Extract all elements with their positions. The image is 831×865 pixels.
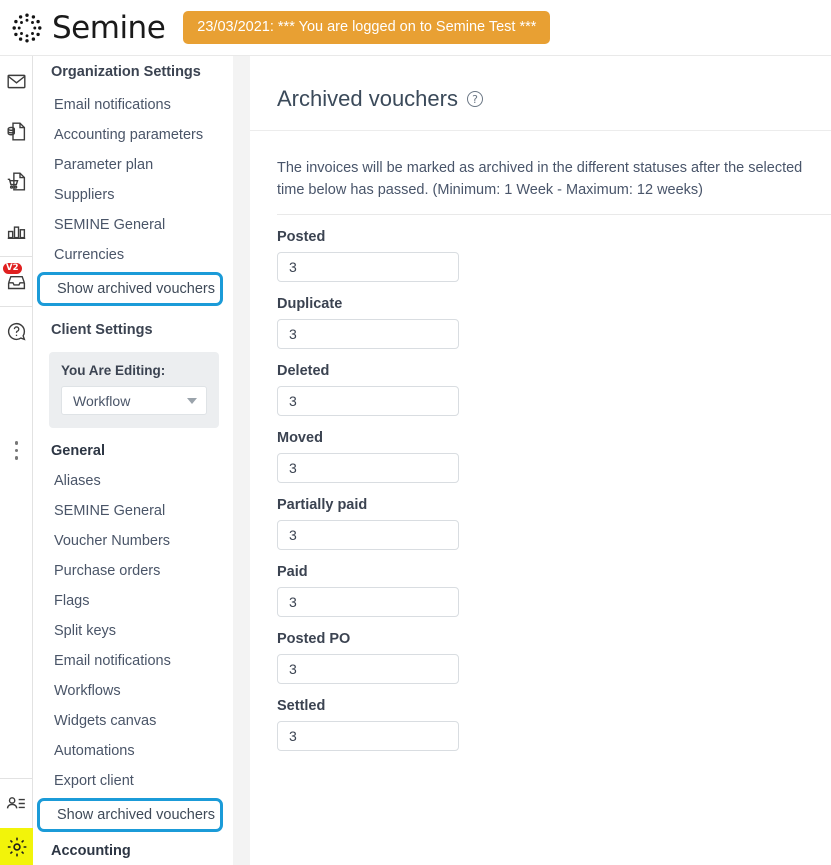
you-are-editing-box: You Are Editing: Workflow — [49, 352, 219, 428]
field-deleted: Deleted — [250, 349, 831, 416]
sidebar-item-general[interactable]: General — [33, 434, 233, 466]
sidebar-item-currencies[interactable]: Currencies — [33, 240, 233, 270]
field-label: Deleted — [277, 363, 831, 379]
sidebar-item-email-notifications-client[interactable]: Email notifications — [33, 646, 233, 676]
sidebar-item-suppliers[interactable]: Suppliers — [33, 180, 233, 210]
sidebar-item-split-keys[interactable]: Split keys — [33, 616, 233, 646]
vertical-dots-handle[interactable] — [0, 441, 33, 460]
sidebar-item-accounting-parameters[interactable]: Accounting parameters — [33, 120, 233, 150]
field-duplicate: Duplicate — [250, 282, 831, 349]
field-label: Paid — [277, 564, 831, 580]
page-title-row: Archived vouchers ? — [250, 56, 831, 130]
sidebar-item-semine-general[interactable]: SEMINE General — [33, 210, 233, 240]
sidebar-item-show-archived-vouchers-org[interactable]: Show archived vouchers — [37, 272, 223, 306]
field-settled: Settled — [250, 684, 831, 751]
sidebar-item-email-notifications[interactable]: Email notifications — [33, 90, 233, 120]
inbox-tray-icon[interactable]: V2 — [0, 256, 33, 306]
sidebar-item-automations[interactable]: Automations — [33, 736, 233, 766]
settings-gear-icon[interactable] — [0, 828, 33, 865]
duplicate-input[interactable] — [277, 319, 459, 349]
sidebar-item-workflows[interactable]: Workflows — [33, 676, 233, 706]
editing-scope-value: Workflow — [73, 393, 130, 409]
contact-user-icon[interactable] — [0, 778, 33, 828]
sidebar-item-show-archived-vouchers-client[interactable]: Show archived vouchers — [37, 798, 223, 832]
bar-chart-icon[interactable] — [0, 206, 33, 256]
chevron-down-icon — [187, 398, 197, 404]
paid-input[interactable] — [277, 587, 459, 617]
help-question-icon[interactable] — [0, 306, 33, 356]
app-root: Semine 23/03/2021: *** You are logged on… — [0, 0, 831, 865]
field-posted: Posted — [250, 215, 831, 282]
sidebar-item-aliases[interactable]: Aliases — [33, 466, 233, 496]
sidebar-item-flags[interactable]: Flags — [33, 586, 233, 616]
field-partially-paid: Partially paid — [250, 483, 831, 550]
posted-po-input[interactable] — [277, 654, 459, 684]
sidebar-item-widgets-canvas[interactable]: Widgets canvas — [33, 706, 233, 736]
page-description: The invoices will be marked as archived … — [250, 131, 831, 214]
envelope-icon[interactable] — [0, 56, 33, 106]
sidebar-item-export-client[interactable]: Export client — [33, 766, 233, 796]
deleted-input[interactable] — [277, 386, 459, 416]
semine-dotted-circle-logo-icon — [10, 11, 44, 45]
settings-sidebar: Organization Settings Email notification… — [33, 56, 233, 865]
field-posted-po: Posted PO — [250, 617, 831, 684]
you-are-editing-label: You Are Editing: — [61, 363, 207, 378]
document-cart-icon[interactable] — [0, 156, 33, 206]
field-paid: Paid — [250, 550, 831, 617]
content-gutter — [233, 56, 250, 865]
client-settings-heading: Client Settings — [33, 308, 233, 348]
field-label: Duplicate — [277, 296, 831, 312]
field-label: Partially paid — [277, 497, 831, 513]
posted-input[interactable] — [277, 252, 459, 282]
sidebar-item-accounting[interactable]: Accounting — [33, 834, 233, 865]
app-logo[interactable]: Semine — [10, 10, 165, 46]
field-label: Posted — [277, 229, 831, 245]
moved-input[interactable] — [277, 453, 459, 483]
top-bar: Semine 23/03/2021: *** You are logged on… — [0, 0, 831, 56]
document-coins-icon[interactable] — [0, 106, 33, 156]
main-content: Archived vouchers ? The invoices will be… — [250, 56, 831, 865]
field-moved: Moved — [250, 416, 831, 483]
page-title: Archived vouchers — [277, 86, 458, 112]
editing-scope-select[interactable]: Workflow — [61, 386, 207, 415]
field-label: Moved — [277, 430, 831, 446]
logo-text: Semine — [52, 10, 165, 46]
sidebar-item-purchase-orders[interactable]: Purchase orders — [33, 556, 233, 586]
field-label: Posted PO — [277, 631, 831, 647]
sidebar-item-semine-general-client[interactable]: SEMINE General — [33, 496, 233, 526]
settled-input[interactable] — [277, 721, 459, 751]
inbox-version-badge: V2 — [3, 263, 22, 274]
rail-bottom-group — [0, 778, 33, 865]
partially-paid-input[interactable] — [277, 520, 459, 550]
sidebar-item-parameter-plan[interactable]: Parameter plan — [33, 150, 233, 180]
login-status-banner: 23/03/2021: *** You are logged on to Sem… — [183, 11, 550, 44]
field-label: Settled — [277, 698, 831, 714]
icon-rail: V2 — [0, 56, 33, 865]
organization-settings-heading: Organization Settings — [33, 56, 233, 90]
sidebar-item-voucher-numbers[interactable]: Voucher Numbers — [33, 526, 233, 556]
help-question-icon[interactable]: ? — [467, 91, 483, 107]
